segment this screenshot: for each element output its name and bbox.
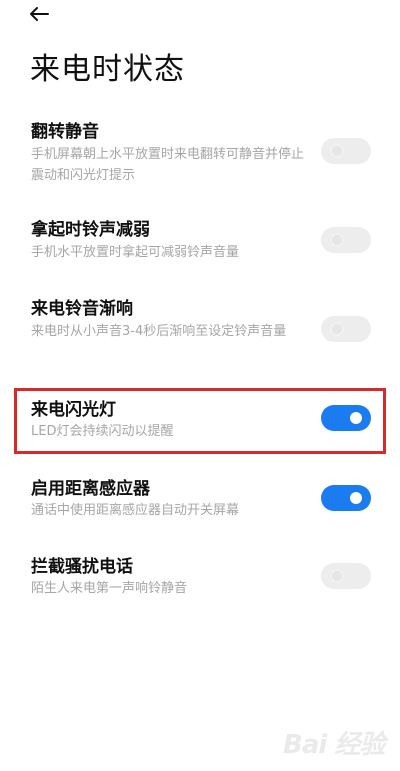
proximity-sensor-toggle[interactable] <box>321 485 371 511</box>
setting-description: 通话中使用距离感应器自动开关屏幕 <box>31 503 240 518</box>
flip-mute-toggle[interactable] <box>321 138 371 164</box>
page-title: 来电时状态 <box>30 52 185 87</box>
setting-title: 拦截骚扰电话 <box>31 557 133 577</box>
setting-title: 拿起时铃声减弱 <box>31 220 150 240</box>
toggle-knob <box>350 492 362 504</box>
back-button[interactable] <box>28 0 60 28</box>
watermark-text: Bai 经验 <box>283 730 385 760</box>
ring-crescendo-toggle[interactable] <box>321 316 371 342</box>
setting-description: 来电时从小声音3-4秒后渐响至设定铃声音量 <box>31 324 287 339</box>
setting-title: 来电铃音渐响 <box>31 299 133 319</box>
pickup-reduce-toggle[interactable] <box>321 227 371 253</box>
toggle-knob <box>332 146 342 156</box>
setting-description: 手机屏幕朝上水平放置时来电翻转可静音并停止震动和闪光灯提示 <box>31 147 305 183</box>
baidu-watermark: Bai 经验 <box>283 722 393 762</box>
setting-description: 陌生人来电第一声响铃静音 <box>31 581 188 596</box>
setting-title: 启用距离感应器 <box>31 479 150 499</box>
setting-title: 翻转静音 <box>31 122 99 142</box>
toggle-knob <box>332 235 342 245</box>
setting-description: LED灯会持续闪动以提醒 <box>31 424 174 439</box>
block-spam-toggle[interactable] <box>321 563 371 589</box>
setting-description: 手机水平放置时拿起可减弱铃声音量 <box>31 245 240 260</box>
flash-light-toggle[interactable] <box>321 405 371 431</box>
setting-title: 来电闪光灯 <box>31 400 116 420</box>
toggle-knob <box>332 571 342 581</box>
toggle-knob <box>350 412 362 424</box>
toggle-knob <box>332 324 342 334</box>
arrow-left-icon <box>30 7 49 21</box>
